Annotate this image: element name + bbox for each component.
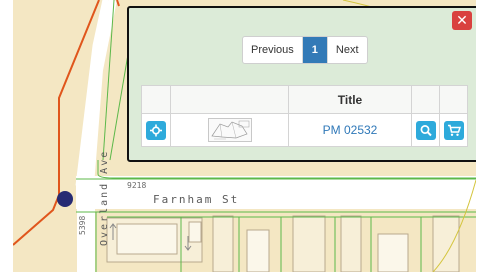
location-marker	[57, 191, 73, 207]
street-label-overland: Overland Ave	[99, 149, 110, 246]
title-cell: PM 02532	[288, 113, 412, 147]
results-table: Title PM 02532	[141, 85, 468, 147]
header-cell-zoom	[141, 85, 171, 114]
header-cell-title: Title	[288, 85, 412, 114]
add-to-cart-button[interactable]	[443, 120, 464, 140]
search-cell	[411, 113, 440, 147]
zoom-to-button[interactable]	[146, 120, 166, 140]
result-title-link[interactable]: PM 02532	[323, 123, 378, 137]
lot-number-label: 5398	[78, 215, 87, 235]
previous-page-button[interactable]: Previous	[243, 37, 303, 63]
header-cell-search	[411, 85, 440, 114]
lot-number-label: 9218	[127, 181, 147, 190]
close-icon: ✕	[456, 12, 468, 28]
results-popup: ✕ Previous 1 Next Title PM 02532	[127, 6, 476, 162]
cart-cell	[439, 113, 468, 147]
map-frame[interactable]: Farnham St Overland Ave 9218 5398 ✕ Prev…	[13, 0, 476, 272]
search-icon	[420, 124, 432, 136]
crosshair-icon	[150, 124, 162, 136]
close-button[interactable]: ✕	[452, 11, 472, 30]
zoom-cell	[141, 113, 171, 147]
table-header-row: Title	[141, 85, 468, 114]
map-thumbnail[interactable]	[207, 118, 252, 142]
table-row: PM 02532	[141, 113, 468, 147]
pagination: Previous 1 Next	[242, 36, 368, 64]
thumbnail-cell	[170, 113, 289, 147]
street-label-farnham: Farnham St	[153, 193, 240, 206]
header-cell-thumbnail	[170, 85, 289, 114]
next-page-button[interactable]: Next	[326, 37, 367, 63]
header-cell-cart	[439, 85, 468, 114]
current-page-button[interactable]: 1	[302, 37, 327, 63]
search-button[interactable]	[415, 120, 436, 140]
cart-icon	[447, 124, 461, 136]
